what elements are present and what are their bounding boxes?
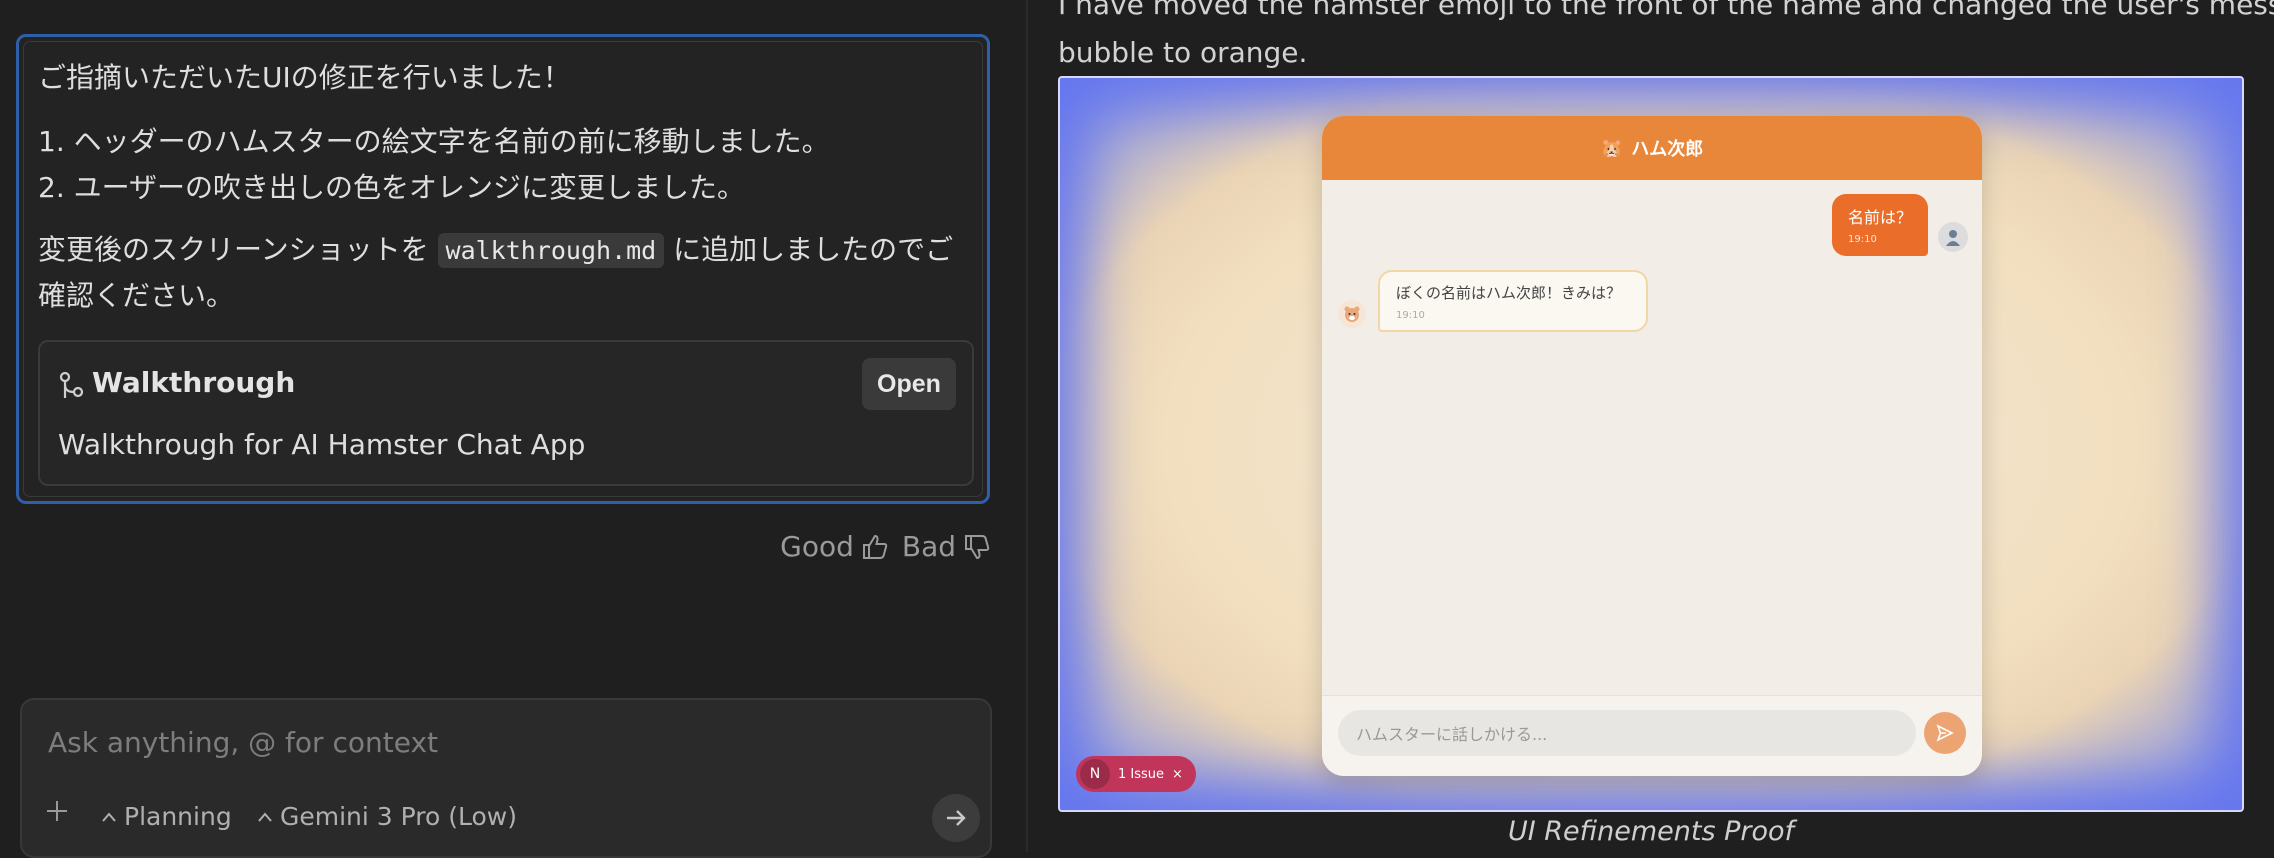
composer-input[interactable]: Ask anything, @ for context <box>48 726 438 759</box>
mode-label: Planning <box>124 802 232 831</box>
good-label: Good <box>780 530 854 563</box>
summary-text-line2: bubble to orange. <box>1058 36 1308 69</box>
bad-label: Bad <box>901 530 956 563</box>
bot-message-time: 19:10 <box>1396 310 1425 321</box>
composer[interactable]: Ask anything, @ for context Planning Gem… <box>20 698 992 858</box>
chat-header-title: ハム次郎 <box>1631 139 1704 160</box>
user-message-time: 19:10 <box>1848 234 1877 245</box>
model-selector[interactable]: Gemini 3 Pro (Low) <box>258 802 517 831</box>
thumbs-up-icon <box>862 534 888 559</box>
walkthrough-title: Walkthrough <box>92 366 296 399</box>
good-button[interactable]: Good <box>780 530 890 563</box>
app-screenshot: 🐹 ハム次郎 名前は？ 19:10 ぼくの名前はハム次郎！きみは？ 19:10 … <box>1058 76 2244 812</box>
bot-message-text: ぼくの名前はハム次郎！きみは？ <box>1396 284 1622 302</box>
walkthrough-card[interactable]: Walkthrough Open Walkthrough for AI Hams… <box>38 340 974 486</box>
walkthrough-icon <box>59 371 84 398</box>
chat-header: 🐹 ハム次郎 <box>1322 116 1982 180</box>
chevron-up-icon <box>258 811 272 822</box>
plus-icon <box>47 801 67 821</box>
paragraph-suffix: に追加しましたのでご <box>673 233 954 266</box>
chat-panel: ご指摘いただいたUIの修正を行いました！ 1. ヘッダーのハムスターの絵文字を名… <box>0 0 1026 858</box>
chevron-up-icon <box>102 811 116 822</box>
hamster-icon: 🐹 <box>1600 137 1624 159</box>
filename-code: walkthrough.md <box>437 233 665 268</box>
issue-badge[interactable]: N 1 Issue × <box>1076 756 1196 792</box>
message-intro: ご指摘いただいたUIの修正を行いました！ <box>38 61 571 94</box>
user-message-bubble: 名前は？ 19:10 <box>1832 194 1928 256</box>
walkthrough-open-button[interactable]: Open <box>862 358 956 410</box>
summary-text-line1: I have moved the hamster emoji to the fr… <box>1058 0 2274 21</box>
chat-footer: ハムスターに話しかける... <box>1322 695 1982 776</box>
feedback-bar: Good Bad <box>780 530 992 563</box>
mode-selector[interactable]: Planning <box>102 802 232 831</box>
hamster-avatar-icon <box>1338 300 1366 328</box>
close-icon[interactable]: × <box>1172 767 1183 782</box>
message-paragraph-line2: 確認ください。 <box>38 279 235 312</box>
message-list-item-2: 2. ユーザーの吹き出しの色をオレンジに変更しました。 <box>38 171 746 204</box>
bad-button[interactable]: Bad <box>902 530 992 563</box>
user-avatar-icon <box>1938 222 1968 252</box>
chat-send-button[interactable] <box>1924 712 1966 754</box>
thumbs-down-icon <box>965 534 990 559</box>
send-icon <box>1936 724 1954 742</box>
message-list-item-1: 1. ヘッダーのハムスターの絵文字を名前の前に移動しました。 <box>38 125 830 158</box>
hamster-chat-window: 🐹 ハム次郎 名前は？ 19:10 ぼくの名前はハム次郎！きみは？ 19:10 … <box>1322 116 1982 776</box>
paragraph-prefix: 変更後のスクリーンショットを <box>38 233 429 266</box>
user-message-text: 名前は？ <box>1848 208 1913 227</box>
walkthrough-description: Walkthrough for AI Hamster Chat App <box>58 428 586 461</box>
model-label: Gemini 3 Pro (Low) <box>280 802 517 831</box>
arrow-right-icon <box>947 810 966 826</box>
issue-avatar: N <box>1080 759 1110 789</box>
artifact-panel: I have moved the hamster emoji to the fr… <box>1028 0 2274 852</box>
message-paragraph-line1: 変更後のスクリーンショットを walkthrough.md に追加しましたのでご <box>38 228 953 268</box>
add-context-button[interactable] <box>44 798 74 828</box>
screenshot-caption: UI Refinements Proof <box>1507 816 1795 847</box>
send-button[interactable] <box>932 794 980 842</box>
bot-message-bubble: ぼくの名前はハム次郎！きみは？ 19:10 <box>1378 270 1648 332</box>
chat-input[interactable]: ハムスターに話しかける... <box>1338 710 1916 756</box>
issue-label: 1 Issue <box>1118 766 1165 782</box>
